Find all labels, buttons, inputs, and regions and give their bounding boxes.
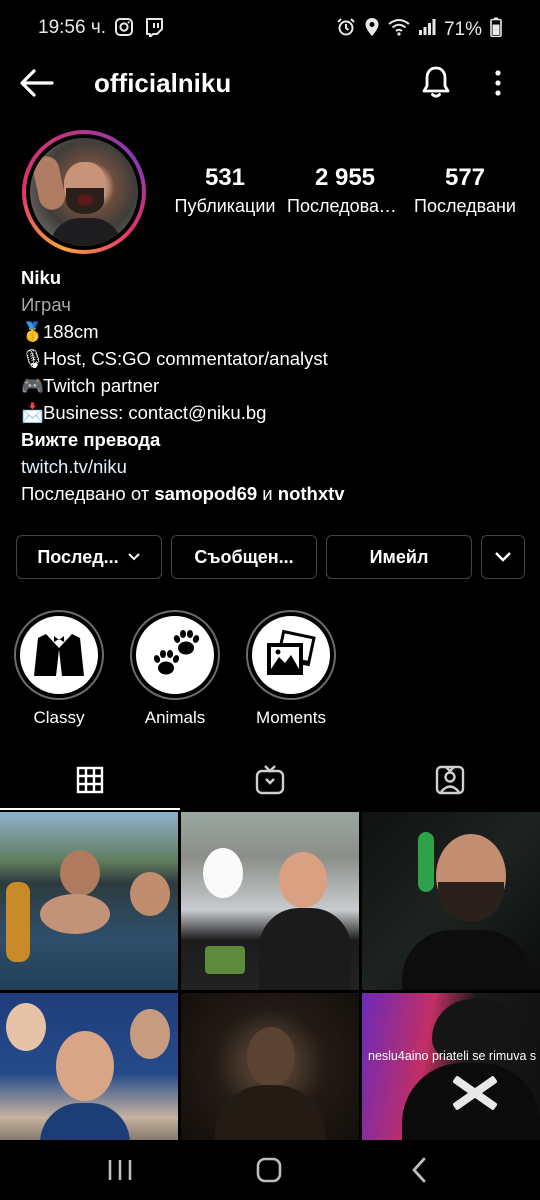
- recent-apps-button[interactable]: [105, 1156, 135, 1184]
- bio-line-text: Twitch partner: [43, 375, 160, 396]
- status-bar: 19:56 ч. 71%: [0, 0, 540, 56]
- post-thumbnail[interactable]: [0, 812, 178, 990]
- story-ring[interactable]: [22, 130, 146, 254]
- gamepad-icon: 🎮: [21, 375, 45, 396]
- bio-line-text: 188cm: [43, 321, 99, 342]
- chevron-down-icon: [495, 552, 511, 562]
- email-button[interactable]: Имейл: [326, 535, 472, 579]
- envelope-icon: 📩: [21, 402, 45, 423]
- tagged-icon: [435, 765, 465, 795]
- highlight-label: Moments: [256, 708, 326, 727]
- post-caption-overlay: neslu4aino priateli se rimuva s predatel…: [368, 1049, 540, 1063]
- tuxedo-icon: [34, 634, 84, 676]
- stat-following-label: Последвани: [414, 196, 516, 216]
- message-button[interactable]: Съобщен...: [171, 535, 317, 579]
- stat-following[interactable]: 577 Последвани: [405, 164, 525, 217]
- posts-grid: neslu4aino priateli se rimuva s predatel…: [0, 812, 540, 1171]
- profile-header: officialniku: [0, 56, 540, 112]
- translate-link[interactable]: Вижте превода: [21, 426, 521, 453]
- highlight-classy[interactable]: Classy: [14, 610, 104, 728]
- highlight-animals[interactable]: Animals: [130, 610, 220, 728]
- avatar: [30, 138, 138, 246]
- post-thumbnail[interactable]: [362, 812, 540, 990]
- more-options-button[interactable]: [486, 68, 510, 98]
- microphone-icon: 🎙: [21, 348, 45, 369]
- status-left-icons: [114, 17, 164, 42]
- followed-by-prefix: Последвано от: [21, 483, 155, 504]
- tab-tagged[interactable]: [360, 752, 540, 808]
- profile-stats: 531 Публикации 2 955 Последователи 577 П…: [165, 164, 540, 217]
- photos-icon: [267, 629, 316, 675]
- stat-posts-label: Публикации: [174, 196, 276, 216]
- recent-apps-icon: [108, 1160, 132, 1180]
- bio-line-text: Business: contact@niku.bg: [43, 402, 267, 423]
- notifications-button[interactable]: [420, 64, 452, 100]
- bell-icon: [422, 66, 450, 98]
- back-button[interactable]: [18, 66, 56, 100]
- profile-actions: Послед... Съобщен... Имейл: [16, 535, 525, 579]
- followed-by[interactable]: Последвано от samopod69 и nothxtv: [21, 480, 521, 507]
- instagram-icon: [114, 17, 134, 42]
- bio-line: 📩Business: contact@niku.bg: [21, 399, 521, 426]
- grid-icon: [76, 766, 104, 794]
- battery-icon: [490, 17, 502, 42]
- profile-category: Играч: [21, 294, 71, 315]
- medal-icon: 🥇: [21, 321, 45, 342]
- stat-following-count: 577: [444, 164, 486, 191]
- tab-igtv[interactable]: [180, 752, 360, 808]
- status-right-icons: 71%: [336, 17, 502, 42]
- chevron-down-icon: [127, 553, 140, 561]
- highlight-label: Classy: [33, 708, 85, 727]
- profile-tabs: [0, 752, 540, 810]
- followed-by-user: samopod69: [154, 483, 258, 504]
- battery-percent: 71%: [443, 18, 482, 40]
- stat-followers-label: Последователи: [287, 196, 405, 216]
- website-link[interactable]: twitch.tv/niku: [21, 453, 521, 480]
- back-icon: [412, 1157, 426, 1183]
- back-arrow-icon: [20, 69, 54, 97]
- stat-followers[interactable]: 2 955 Последователи: [285, 164, 405, 217]
- stat-posts-count: 531: [204, 164, 246, 191]
- highlight-label: Animals: [144, 708, 206, 727]
- system-nav-bar: [0, 1140, 540, 1200]
- bio-line: 🎙Host, CS:GO commentator/analyst: [21, 345, 521, 372]
- following-button[interactable]: Послед...: [16, 535, 162, 579]
- twitch-icon: [144, 17, 164, 42]
- followed-by-and: и: [257, 483, 278, 504]
- system-back-button[interactable]: [408, 1156, 432, 1184]
- suggested-accounts-button[interactable]: [481, 535, 525, 579]
- followed-by-user: nothxtv: [277, 483, 345, 504]
- profile-name: Niku: [21, 267, 62, 288]
- following-button-label: Послед...: [37, 546, 119, 567]
- home-icon: [256, 1157, 282, 1183]
- stat-followers-count: 2 955: [314, 164, 376, 191]
- location-icon: [364, 17, 380, 42]
- bio-line-text: Host, CS:GO commentator/analyst: [43, 348, 328, 369]
- highlight-moments[interactable]: Moments: [246, 610, 336, 728]
- wifi-icon: [388, 18, 410, 41]
- profile-username: officialniku: [94, 68, 232, 98]
- profile-bio: Niku Играч 🥇188cm 🎙Host, CS:GO commentat…: [21, 264, 521, 507]
- status-time: 19:56 ч.: [38, 17, 107, 38]
- paw-prints-icon: [153, 630, 200, 675]
- bio-line: 🥇188cm: [21, 318, 521, 345]
- home-button[interactable]: [256, 1157, 282, 1183]
- signal-icon: [418, 18, 436, 41]
- story-highlights: Classy Animals Moments: [14, 610, 336, 728]
- tab-posts-grid[interactable]: [0, 752, 180, 810]
- stat-posts[interactable]: 531 Публикации: [165, 164, 285, 217]
- more-vertical-icon: [495, 70, 501, 96]
- bio-line: 🎮Twitch partner: [21, 372, 521, 399]
- alarm-icon: [336, 17, 356, 42]
- post-thumbnail[interactable]: [181, 812, 359, 990]
- igtv-icon: [255, 765, 285, 795]
